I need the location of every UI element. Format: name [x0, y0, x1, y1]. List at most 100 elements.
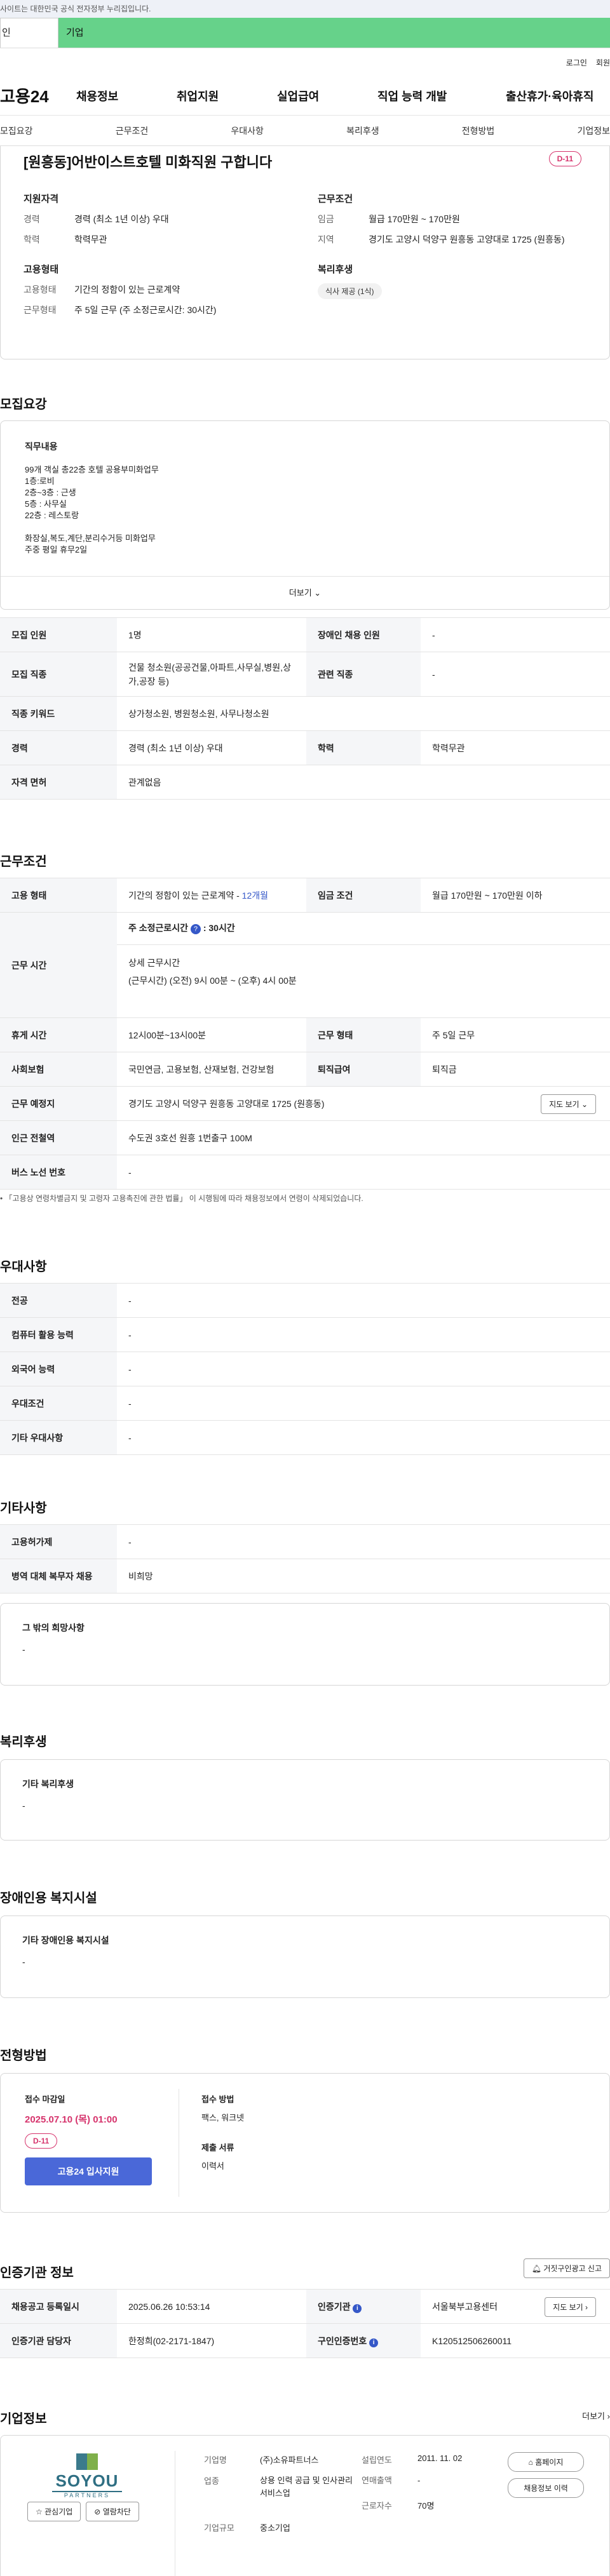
disab-box-title: 기타 장애인용 복지시설 [22, 1935, 109, 1945]
method-col: 접수 방법 팩스, 워크넷 제출 서류 이력서 [201, 2093, 244, 2171]
etc-value: - [117, 1524, 610, 1559]
rest-value: 12시00분~13시00분 [117, 1017, 306, 1052]
info-icon[interactable]: ? [190, 924, 201, 934]
company-logo-mark [76, 2453, 98, 2470]
hours-value: 주 소정근로시간 ? : 30시간 상세 근무시간 (근무시간) (오전) 9시… [117, 912, 610, 1018]
company-more-link[interactable]: 더보기 › [582, 2410, 610, 2422]
process-dday-badge: D-11 [25, 2133, 58, 2149]
process-section-title: 전형방법 [0, 2049, 47, 2063]
etc-table: 고용허가제 - 병역 대체 복무자 채용 비희망 [0, 1524, 610, 1593]
hope-box: 그 밖의 희망사항 - [0, 1603, 610, 1686]
company-buttons: ⌂ 홈페이지 채용정보 이력 [508, 2452, 584, 2498]
jobs-history-button[interactable]: 채용정보 이력 [508, 2478, 584, 2498]
deadline-col: 접수 마감일 2025.07.10 (목) 01:00 D-11 고용24 입사… [25, 2093, 158, 2185]
num-label: 구인인증번호 i [306, 2323, 421, 2358]
cert-map-button[interactable]: 지도 보기 › [545, 2297, 596, 2317]
welfare-chip: 식사 제공 (1식) [318, 283, 382, 299]
nav-parental-leave[interactable]: 출산휴가·육아휴직 [506, 88, 593, 104]
fav-button[interactable]: ☆ 관심기업 [27, 2502, 81, 2521]
pref-label: 우대조건 [0, 1386, 117, 1421]
tab-company[interactable]: 기업 [58, 18, 610, 48]
comp-sales-emp-values: - 70명 [417, 2474, 434, 2512]
org-value: 서울북부고용센터 지도 보기 › [421, 2289, 610, 2324]
join-link[interactable]: 회원 [596, 57, 610, 68]
welfare-box-title: 기타 복리후생 [22, 1779, 74, 1789]
gov-notice-bar: 사이트는 대한민국 공식 전자정부 누리집입니다. [0, 0, 610, 18]
company-card: SOYOU PARTNERS ☆ 관심기업 ⊘ 열람차단 기업명 (주)소유파트너… [0, 2435, 610, 2576]
qualification-title: 지원자격 [24, 194, 59, 205]
loc-label: 근무 예정지 [0, 1086, 117, 1121]
comp-emp-value: 70명 [417, 2501, 435, 2511]
comp-size-label: 기업규모 [204, 2523, 234, 2533]
emptype-title: 고용형태 [24, 264, 59, 275]
loc-value: 경기도 고양시 덕양구 원흥동 고양대로 1725 (원흥동) 지도 보기 ⌄ [117, 1086, 610, 1121]
subnav-conditions[interactable]: 근무조건 [116, 124, 149, 137]
work-table: 고용 형태 기간의 정함이 있는 근로계약 - 12개월 임금 조건 월급 170만원… [0, 878, 610, 1190]
method-value: 팩스, 워크넷 [201, 2113, 245, 2123]
subnav-company[interactable]: 기업정보 [577, 124, 610, 137]
duty-line: 99개 객실 총22층 호텔 공용부미화업무 [25, 465, 159, 474]
pref-section-title: 우대사항 [0, 1260, 47, 1274]
nav-jobs[interactable]: 채용정보 [76, 88, 177, 104]
disab-box: 기타 장애인용 복지시설 - [0, 1915, 610, 1998]
bell-icon: 🔔︎ [531, 2264, 541, 2273]
homepage-label: 홈페이지 [535, 2458, 564, 2467]
org-label: 인증기관 i [306, 2289, 421, 2324]
login-link[interactable]: 로그인 [566, 57, 587, 68]
recruit-section-title: 모집요강 [0, 398, 47, 412]
wage-value: 월급 170만원 ~ 170만원 [369, 214, 460, 224]
reg-value: 2025.06.26 10:53:14 [117, 2289, 306, 2324]
count-value: 1명 [117, 617, 306, 652]
subnav-process[interactable]: 전형방법 [462, 124, 495, 137]
cert-section-title: 인증기관 정보 [0, 2266, 74, 2280]
disab-box-value: - [22, 1957, 25, 1967]
emp-text: 기간의 정함이 있는 근로계약 - [128, 890, 242, 901]
nav-training[interactable]: 직업 능력 개발 [377, 88, 506, 104]
comp-biz-label: 업종 [204, 2476, 219, 2486]
pref-table: 전공 - 컴퓨터 활용 능력 - 외국어 능력 - 우대조건 - 기타 우대사항 - [0, 1283, 610, 1455]
process-card: 접수 마감일 2025.07.10 (목) 01:00 D-11 고용24 입사… [0, 2073, 610, 2213]
count-label: 모집 인원 [0, 617, 117, 652]
welfare-title: 복리후생 [318, 264, 353, 275]
subnav-preference[interactable]: 우대사항 [231, 124, 264, 137]
chevron-down-icon: ⌄ [314, 588, 322, 598]
homepage-button[interactable]: ⌂ 홈페이지 [508, 2452, 584, 2472]
apply-button[interactable]: 고용24 입사지원 [25, 2157, 152, 2185]
emp-label: 고용 형태 [0, 878, 117, 913]
more-button[interactable]: 더보기 ⌄ [1, 576, 609, 609]
disab-label: 장애인 채용 인원 [306, 617, 421, 652]
more-label: 더보기 [288, 588, 312, 598]
edu-label: 학력 [24, 234, 40, 245]
subnav-welfare[interactable]: 복리후생 [346, 124, 379, 137]
duty-card: 직무내용 99개 객실 총22층 호텔 공용부미화업무 1층:로비 2층~3층 … [0, 420, 610, 610]
region-value: 경기도 고양시 덕양구 원흥동 고양대로 1725 (원흥동) [369, 234, 565, 245]
sub-label: 인근 전철역 [0, 1120, 117, 1155]
num-label-text: 구인인증번호 [318, 2335, 367, 2346]
report-button[interactable]: 🔔︎ 거짓구인광고 신고 [523, 2258, 610, 2278]
comp-size-value: 중소기업 [260, 2523, 290, 2533]
mgr-label: 인증기관 담당자 [0, 2323, 117, 2358]
info-icon[interactable]: i [353, 2304, 362, 2313]
nav-employment-support[interactable]: 취업지원 [177, 88, 277, 104]
form-label: 근무 형태 [306, 1017, 421, 1052]
comp-name-value: (주)소유파트너스 [260, 2455, 319, 2465]
site-logo[interactable]: 고용24 [0, 84, 76, 107]
rel-value: - [421, 652, 610, 697]
nav-unemployment[interactable]: 실업급여 [277, 88, 377, 104]
comp-est-value: 2011. 11. 02 [417, 2453, 463, 2463]
comp-sales-label: 연매출액 [362, 2476, 392, 2485]
rest-label: 휴게 시간 [0, 1017, 117, 1052]
tab-personal[interactable]: 인 [0, 18, 58, 48]
block-button[interactable]: ⊘ 열람차단 [86, 2502, 139, 2521]
pref-value: - [117, 1352, 610, 1386]
duty-line: 1층:로비 [25, 476, 55, 486]
recruit-table: 모집 인원 1명 장애인 채용 인원 - 모집 직종 건물 청소원(공공건물,아파트,사… [0, 617, 610, 800]
loc-text: 경기도 고양시 덕양구 원흥동 고양대로 1725 (원흥동) [128, 1098, 325, 1109]
emptype-label: 고용형태 [24, 285, 57, 295]
subnav-recruit[interactable]: 모집요강 [0, 124, 33, 137]
wage-label: 임금 [318, 214, 334, 224]
info-icon[interactable]: i [369, 2338, 379, 2347]
worktype-label: 근무형태 [24, 305, 57, 315]
map-button[interactable]: 지도 보기 ⌄ [541, 1094, 596, 1114]
welfare-section-title: 복리후생 [0, 1735, 47, 1749]
